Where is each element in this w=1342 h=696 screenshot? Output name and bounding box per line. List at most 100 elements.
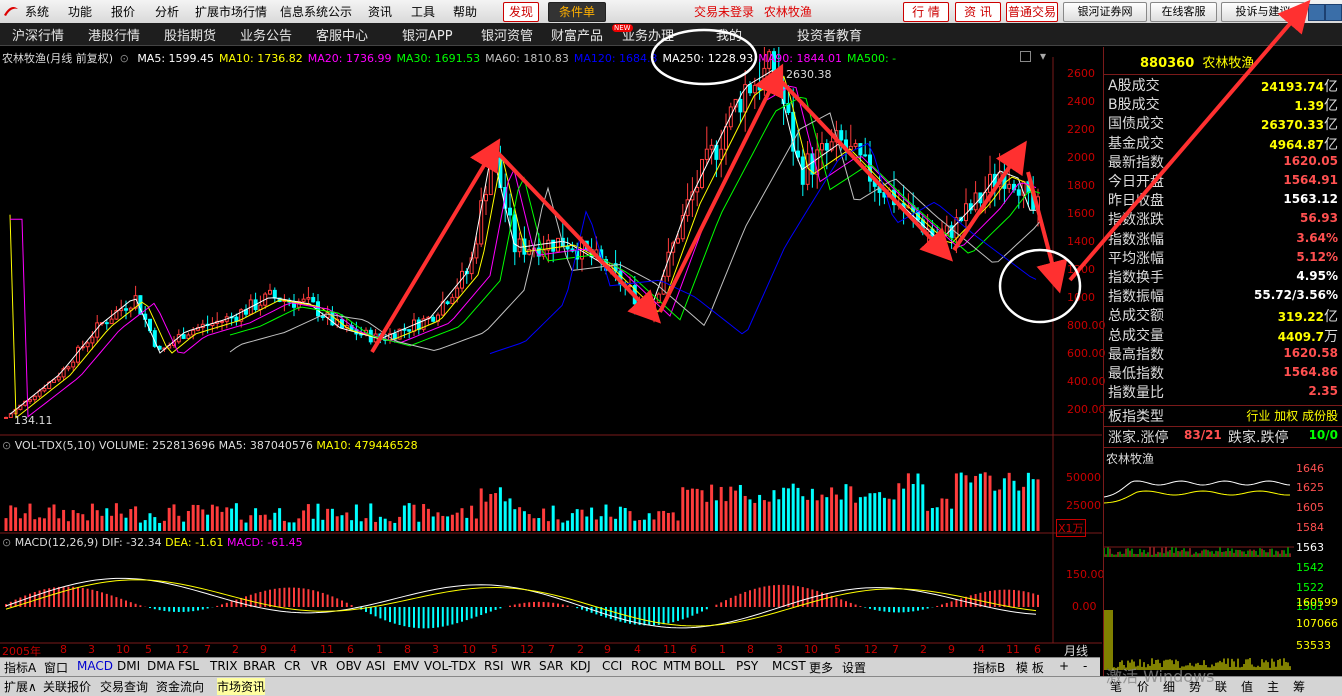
stat-row: 最低指数 1564.86 (1106, 363, 1340, 382)
candle-body (974, 193, 977, 210)
close-icon[interactable] (1325, 4, 1342, 21)
windows-watermark: 激活 Windows (1106, 663, 1215, 687)
macd-dea-line (6, 580, 1036, 626)
quote-detail-tab[interactable]: 主 (1267, 678, 1279, 695)
indicator-tab[interactable]: BRAR (243, 659, 276, 673)
trade-button[interactable]: 普通交易 (1006, 2, 1058, 22)
volume-bar (360, 521, 363, 531)
menu-help[interactable]: 帮助 (453, 3, 477, 20)
indicator-right-tab[interactable]: - (1083, 659, 1087, 673)
nav-service-center[interactable]: 客服中心 (316, 25, 368, 44)
indicator-tab[interactable]: BOLL (694, 659, 725, 673)
volume-bar (566, 521, 569, 531)
indicator-right-tab[interactable]: + (1059, 659, 1069, 673)
quote-detail-tab[interactable]: 值 (1241, 678, 1253, 695)
chart-panel[interactable] (0, 47, 1102, 655)
bottom-tab[interactable]: 扩展∧ (4, 678, 37, 695)
indicator-tab[interactable]: 更多 (809, 659, 833, 676)
indicator-tab[interactable]: 窗口 (44, 659, 68, 676)
indicator-tab[interactable]: TRIX (210, 659, 237, 673)
broker-site-button[interactable]: 银河证券网 (1063, 2, 1147, 22)
indicator-tab[interactable]: KDJ (570, 659, 591, 673)
news-button[interactable]: 资 讯 (955, 2, 1001, 22)
legend-options-icon[interactable]: ⊙ (120, 52, 129, 65)
stat-value: 56.93 (1300, 211, 1338, 225)
market-button[interactable]: 行 情 (903, 2, 949, 22)
indicator-tab[interactable]: 设置 (842, 659, 866, 676)
indicator-tab[interactable]: MACD (77, 659, 113, 673)
macd-legend-icon[interactable]: ⊙ (2, 536, 11, 549)
nav-asset-management[interactable]: 银河资管 (481, 25, 533, 44)
volume-bar (336, 516, 339, 531)
volume-bar (542, 509, 545, 531)
stat-value: 3.64% (1296, 231, 1338, 245)
intraday-mini-chart[interactable] (1104, 465, 1294, 673)
indicator-tab[interactable]: VOL-TDX (424, 659, 476, 673)
volume-legend-icon[interactable]: ⊙ (2, 439, 11, 452)
indicator-tab[interactable]: RSI (484, 659, 504, 673)
time-axis-label: 10 (804, 643, 818, 656)
nav-index-futures[interactable]: 股指期货 (164, 25, 216, 44)
time-axis-label: 1 (719, 643, 726, 656)
candle-body (1017, 190, 1020, 195)
indicator-tab[interactable]: EMV (393, 659, 419, 673)
indicator-tab[interactable]: SAR (539, 659, 563, 673)
discover-button[interactable]: 发现 (503, 2, 539, 22)
menu-system[interactable]: 系统 (25, 3, 49, 20)
volume-bar (355, 505, 358, 531)
indicator-tab[interactable]: VR (311, 659, 328, 673)
candle-body (9, 414, 12, 418)
indicator-tab[interactable]: CR (284, 659, 301, 673)
indicator-tab[interactable]: ASI (366, 659, 385, 673)
volume-bar (1027, 473, 1030, 531)
nav-wealth-products[interactable]: 财富产品 (551, 25, 603, 44)
menu-quote[interactable]: 报价 (111, 3, 135, 20)
menu-tools[interactable]: 工具 (411, 3, 435, 20)
stat-row: 基金成交 4964.87亿 (1106, 133, 1340, 152)
bottom-tab[interactable]: 资金流向 (156, 678, 204, 695)
quote-detail-tab[interactable]: 联 (1215, 678, 1227, 695)
volume-bar (77, 513, 80, 531)
nav-investor-education[interactable]: 投资者教育 (797, 25, 862, 44)
indicator-tab[interactable]: WR (511, 659, 531, 673)
indicator-tab[interactable]: ROC (631, 659, 657, 673)
indicator-tab[interactable]: 指标A (4, 659, 36, 676)
indicator-right-tab[interactable]: 模 板 (1016, 659, 1044, 676)
volume-bar (345, 512, 348, 531)
menu-function[interactable]: 功能 (68, 3, 92, 20)
chart-settings-icon[interactable]: ▾ (1040, 49, 1046, 63)
menu-info-disclosure[interactable]: 信息系统公示 (280, 3, 352, 20)
complaint-button[interactable]: 投诉与建议 (1221, 2, 1305, 22)
menu-analysis[interactable]: 分析 (155, 3, 179, 20)
menu-extended-market[interactable]: 扩展市场行情 (195, 3, 267, 20)
menu-news[interactable]: 资讯 (368, 3, 392, 20)
indicator-right-tab[interactable]: 指标B (973, 659, 1005, 676)
indicator-tab[interactable]: DMI (117, 659, 140, 673)
volume-bar (806, 500, 809, 531)
sector-type-value[interactable]: 行业 加权 成份股 (1246, 407, 1338, 424)
candle-body (446, 302, 449, 304)
quote-detail-tab[interactable]: 筹 (1293, 678, 1305, 695)
nav-galaxy-app[interactable]: 银河APP (402, 25, 453, 44)
bottom-tab[interactable]: 交易查询 (100, 678, 148, 695)
minimize-icon[interactable] (1308, 4, 1325, 21)
chart-expand-icon[interactable] (1020, 51, 1031, 62)
indicator-tab[interactable]: CCI (602, 659, 622, 673)
kline-chart-canvas[interactable] (0, 47, 1102, 655)
nav-hs-market[interactable]: 沪深行情 (12, 25, 64, 44)
condition-order-button[interactable]: 条件单 (548, 2, 606, 22)
nav-announcements[interactable]: 业务公告 (240, 25, 292, 44)
bottom-tab[interactable]: 关联报价 (43, 678, 91, 695)
nav-mine[interactable]: 我的 (716, 25, 742, 44)
volume-bar (379, 517, 382, 531)
nav-hk-market[interactable]: 港股行情 (88, 25, 140, 44)
indicator-tab[interactable]: DMA (147, 659, 175, 673)
indicator-tab[interactable]: MCST (772, 659, 806, 673)
indicator-tab[interactable]: FSL (178, 659, 199, 673)
indicator-tab[interactable]: PSY (736, 659, 758, 673)
indicator-tab[interactable]: OBV (336, 659, 362, 673)
indicator-tab[interactable]: MTM (663, 659, 691, 673)
online-service-button[interactable]: 在线客服 (1150, 2, 1217, 22)
bottom-tab[interactable]: 市场资讯 (217, 678, 265, 695)
y-axis-tick: 2000 (1067, 151, 1095, 164)
